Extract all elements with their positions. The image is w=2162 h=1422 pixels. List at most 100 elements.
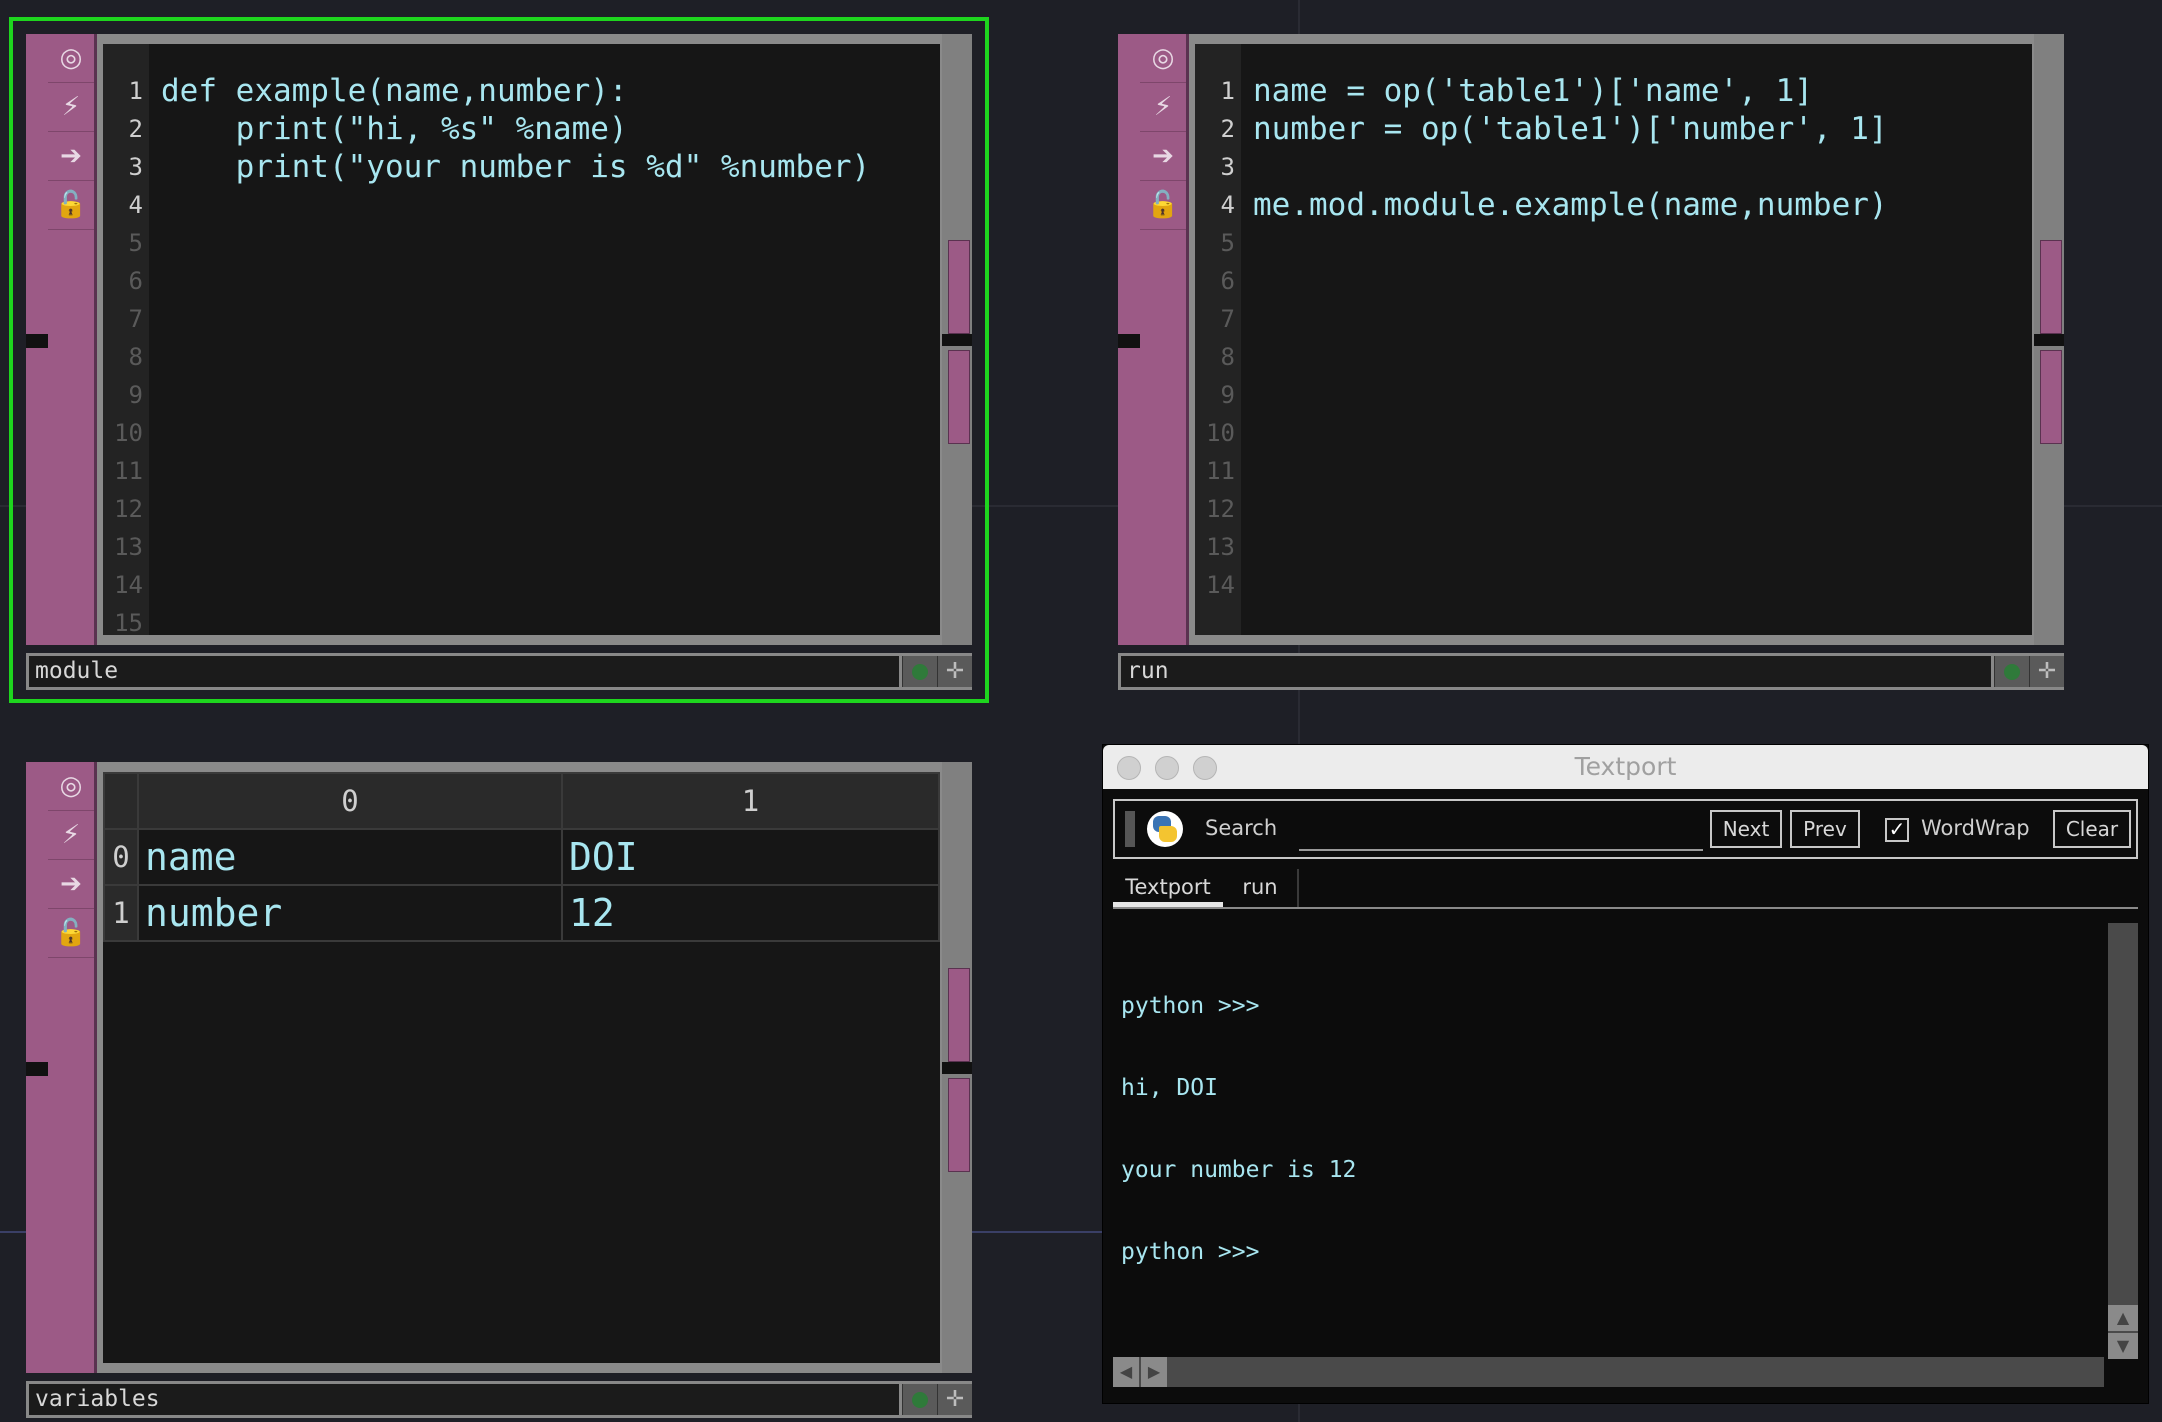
scroll-left-icon[interactable]: ◀ <box>1113 1357 1139 1387</box>
viewer-active-icon[interactable] <box>902 1384 937 1415</box>
line-number: 5 <box>128 229 143 257</box>
table-row: 1 number 12 <box>103 884 940 942</box>
viewer-toggle-icon[interactable]: ◎ <box>48 762 94 811</box>
code-viewer[interactable]: 1 2 3 4 5 6 7 8 9 10 11 12 13 14 15 def example(name,n… <box>103 44 940 637</box>
table-cell[interactable]: DOI <box>561 828 940 886</box>
export-icon[interactable]: ➔ <box>48 860 94 909</box>
search-input[interactable] <box>1299 813 1703 851</box>
output-line: python >>> <box>1121 993 1260 1019</box>
scroll-up-icon[interactable]: ▲ <box>2108 1305 2138 1331</box>
table-cell[interactable]: 12 <box>561 884 940 942</box>
textport-toolbar: Search Next Prev ✓ WordWrap Clear <box>1113 799 2138 859</box>
table-viewer[interactable]: 0 1 0 name DOI 1 number 12 <box>103 772 940 1363</box>
node-input-strip[interactable] <box>1118 34 1142 645</box>
line-number: 7 <box>1220 305 1235 333</box>
plus-icon[interactable]: ✛ <box>937 656 972 687</box>
toolbar-grip-icon[interactable] <box>1125 811 1135 847</box>
code-line: def example(name,number): <box>161 73 628 109</box>
line-gutter: 1 2 3 4 5 6 7 8 9 10 11 12 13 14 <box>1195 44 1241 635</box>
tab-textport[interactable]: Textport <box>1113 869 1223 907</box>
node-body: 1 2 3 4 5 6 7 8 9 10 11 12 13 14 name = op('table1')[… <box>1189 34 2064 645</box>
node-name[interactable]: module <box>29 656 899 687</box>
tab-run[interactable]: run <box>1223 869 1299 907</box>
node-toolbar: ◎ ⚡ ➔ 🔓 <box>1140 34 1189 645</box>
row-header[interactable]: 0 <box>103 828 139 886</box>
node-output-strip[interactable] <box>2034 34 2064 645</box>
window-titlebar[interactable]: Textport <box>1103 745 2148 789</box>
line-number: 5 <box>1220 229 1235 257</box>
output-line: hi, DOI <box>1121 1075 1218 1101</box>
viewer-active-icon[interactable] <box>1994 656 2029 687</box>
code-line: name = op('table1')['name', 1] <box>1253 73 1813 109</box>
viewer-toggle-icon[interactable]: ◎ <box>1140 34 1186 83</box>
line-number: 10 <box>1206 419 1235 447</box>
column-header[interactable]: 0 <box>137 772 563 830</box>
line-number: 11 <box>114 457 143 485</box>
export-icon[interactable]: ➔ <box>1140 132 1186 181</box>
export-icon[interactable]: ➔ <box>48 132 94 181</box>
line-number: 15 <box>114 609 143 637</box>
code-text: def example(name,number): print("hi, %s"… <box>161 72 936 224</box>
textport-window: Textport Search Next Prev ✓ WordWrap Cle… <box>1102 744 2149 1404</box>
line-number: 6 <box>1220 267 1235 295</box>
node-input-strip[interactable] <box>26 762 50 1373</box>
lock-icon[interactable]: 🔓 <box>48 181 94 230</box>
node-name[interactable]: variables <box>29 1384 899 1415</box>
line-number: 2 <box>1220 115 1235 143</box>
viewer-active-icon[interactable] <box>902 656 937 687</box>
line-number: 7 <box>128 305 143 333</box>
python-icon <box>1147 811 1183 847</box>
prev-button[interactable]: Prev <box>1790 810 1860 848</box>
column-header[interactable]: 1 <box>561 772 940 830</box>
table-corner <box>103 772 139 830</box>
code-line: me.mod.module.example(name,number) <box>1253 187 1888 223</box>
textport-output[interactable]: python >>> hi, DOI your number is 12 pyt… <box>1121 939 1356 1319</box>
table-cell[interactable]: number <box>137 884 563 942</box>
plus-icon[interactable]: ✛ <box>937 1384 972 1415</box>
line-number: 4 <box>1220 191 1235 219</box>
module-node[interactable]: ◎ ⚡ ➔ 🔓 1 2 3 4 5 6 7 8 9 10 11 12 13 14 15 def exampl… <box>26 34 972 690</box>
line-number: 13 <box>1206 533 1235 561</box>
cook-icon[interactable]: ⚡ <box>48 811 94 860</box>
line-number: 9 <box>1220 381 1235 409</box>
lock-icon[interactable]: 🔓 <box>48 909 94 958</box>
node-name[interactable]: run <box>1121 656 1991 687</box>
scroll-down-icon[interactable]: ▼ <box>2108 1333 2138 1359</box>
cook-icon[interactable]: ⚡ <box>1140 83 1186 132</box>
lock-icon[interactable]: 🔓 <box>1140 181 1186 230</box>
line-number: 14 <box>1206 571 1235 599</box>
node-output-strip[interactable] <box>942 34 972 645</box>
line-number: 14 <box>114 571 143 599</box>
wordwrap-checkbox[interactable]: ✓ <box>1885 818 1909 842</box>
horizontal-scrollbar[interactable]: ◀ ▶ <box>1113 1357 2104 1387</box>
plus-icon[interactable]: ✛ <box>2029 656 2064 687</box>
node-name-bar: run ✛ <box>1118 653 2064 690</box>
table-cell[interactable]: name <box>137 828 563 886</box>
node-output-strip[interactable] <box>942 762 972 1373</box>
next-button[interactable]: Next <box>1710 810 1782 848</box>
scroll-right-icon[interactable]: ▶ <box>1141 1357 1167 1387</box>
line-number: 9 <box>128 381 143 409</box>
wordwrap-label[interactable]: WordWrap <box>1921 816 2030 840</box>
node-input-strip[interactable] <box>26 34 50 645</box>
code-text: name = op('table1')['name', 1] number = o… <box>1253 72 2028 224</box>
code-viewer[interactable]: 1 2 3 4 5 6 7 8 9 10 11 12 13 14 name = op('table1')[… <box>1195 44 2032 635</box>
viewer-toggle-icon[interactable]: ◎ <box>48 34 94 83</box>
node-toolbar: ◎ ⚡ ➔ 🔓 <box>48 34 97 645</box>
run-node[interactable]: ◎ ⚡ ➔ 🔓 1 2 3 4 5 6 7 8 9 10 11 12 13 14 name = op('t… <box>1118 34 2064 690</box>
line-number: 11 <box>1206 457 1235 485</box>
line-number: 1 <box>1220 77 1235 105</box>
code-line: print("your number is %d" %number) <box>161 149 871 185</box>
variables-node[interactable]: ◎ ⚡ ➔ 🔓 0 1 0 name DOI 1 number 12 varia… <box>26 762 972 1418</box>
output-line: python >>> <box>1121 1239 1260 1265</box>
clear-button[interactable]: Clear <box>2053 810 2131 848</box>
code-line: number = op('table1')['number', 1] <box>1253 111 1888 147</box>
line-number: 12 <box>114 495 143 523</box>
line-number: 10 <box>114 419 143 447</box>
node-name-bar: variables ✛ <box>26 1381 972 1418</box>
cook-icon[interactable]: ⚡ <box>48 83 94 132</box>
output-line: your number is 12 <box>1121 1157 1357 1183</box>
vertical-scrollbar[interactable]: ▲ ▼ <box>2108 923 2138 1359</box>
row-header[interactable]: 1 <box>103 884 139 942</box>
